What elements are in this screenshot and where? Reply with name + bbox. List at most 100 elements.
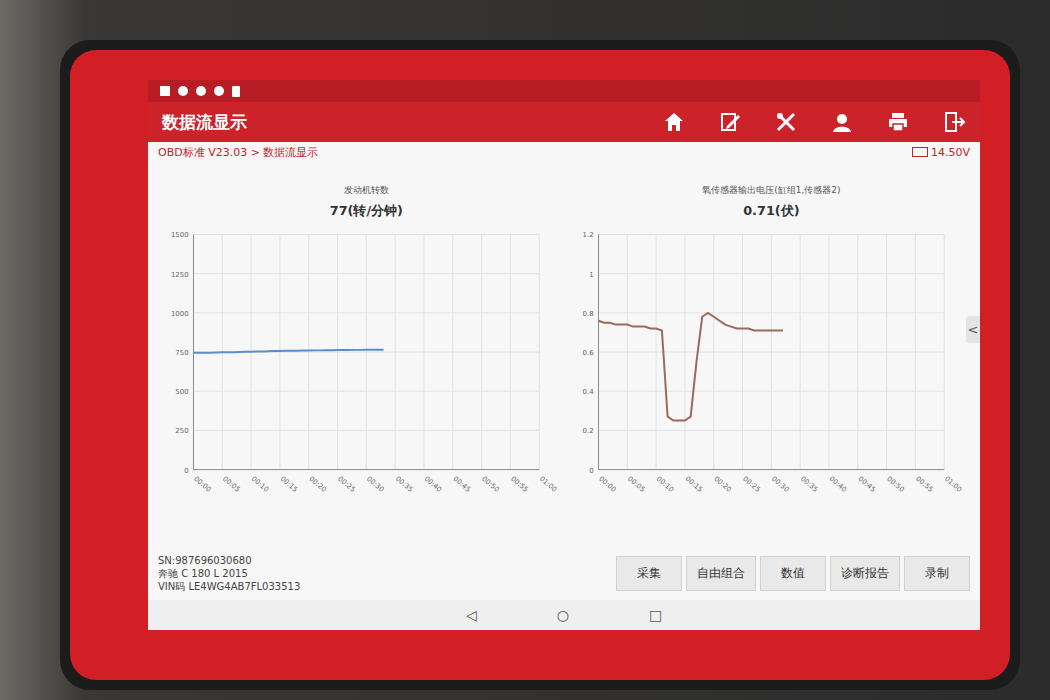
y-tick-label: 0 — [589, 467, 593, 475]
data-series — [193, 350, 383, 353]
battery-voltage: 14.50V — [912, 146, 970, 159]
y-tick-label: 1 — [589, 271, 593, 279]
y-tick-label: 1500 — [171, 231, 189, 239]
line-chart: 发动机转数77(转/分钟)150012501000750500250000:00… — [152, 166, 557, 546]
action-button[interactable]: 自由组合 — [686, 556, 756, 591]
x-axis — [193, 469, 539, 470]
vin: VIN码 LE4WG4AB7FL033513 — [158, 580, 300, 593]
home-icon[interactable] — [662, 110, 686, 134]
grid-line — [857, 235, 858, 470]
side-panel-toggle[interactable]: < — [966, 316, 980, 343]
nav-button[interactable]: ◁ — [466, 607, 477, 623]
x-axis — [598, 469, 944, 470]
x-tick-label: 01:00 — [943, 475, 962, 494]
grid-line — [279, 235, 280, 470]
grid-line — [656, 235, 657, 470]
grid-line — [771, 235, 772, 470]
x-tick-label: 00:05 — [626, 475, 646, 494]
toolbar — [662, 110, 966, 134]
x-tick-label: 00:55 — [914, 475, 934, 494]
x-tick-label: 00:15 — [684, 475, 704, 494]
x-tick-label: 00:25 — [336, 475, 356, 494]
grid-line — [742, 235, 743, 470]
grid-line — [539, 235, 540, 470]
x-tick-label: 00:55 — [509, 475, 529, 494]
grid-line — [915, 235, 916, 470]
line-chart: 氧传感器输出电压(缸组1,传感器2)0.71(伏)1.210.80.60.40.… — [557, 166, 962, 546]
screen: 数据流显示OBD标准 V23.03 > 数据流显示14.50V发动机转数77(转… — [148, 80, 980, 630]
breadcrumb: OBD标准 V23.03 > 数据流显示 — [158, 145, 318, 160]
printer-icon[interactable] — [886, 110, 910, 134]
x-tick-label: 00:50 — [885, 475, 905, 494]
grid-line — [684, 235, 685, 470]
grid-line — [598, 469, 944, 470]
tablet-bezel: 数据流显示OBD标准 V23.03 > 数据流显示14.50V发动机转数77(转… — [60, 40, 1020, 690]
x-tick-label: 00:20 — [307, 475, 327, 494]
y-tick-label: 500 — [175, 388, 188, 396]
battery-icon — [912, 147, 928, 157]
chart-area: 发动机转数77(转/分钟)150012501000750500250000:00… — [148, 162, 980, 546]
x-tick-label: 00:25 — [741, 475, 761, 494]
chart-reading: 0.71(伏) — [743, 203, 799, 218]
tools-icon[interactable] — [774, 110, 798, 134]
x-tick-label: 00:10 — [250, 475, 270, 494]
x-tick-label: 00:40 — [828, 475, 848, 494]
grid-line — [337, 235, 338, 470]
grid-line — [452, 235, 453, 470]
y-tick-label: 1250 — [171, 271, 189, 279]
y-tick-label: 1000 — [171, 310, 189, 318]
android-nav-bar: ◁ ○ □ — [148, 600, 980, 630]
grid-line — [828, 235, 829, 470]
grid-line — [598, 235, 599, 470]
breadcrumb-row: OBD标准 V23.03 > 数据流显示 14.50V — [148, 142, 980, 162]
tablet-red-frame: 数据流显示OBD标准 V23.03 > 数据流显示14.50V发动机转数77(转… — [70, 50, 1010, 680]
y-tick-label: 750 — [175, 349, 188, 357]
x-tick-label: 00:10 — [655, 475, 675, 494]
x-tick-label: 00:00 — [192, 475, 212, 494]
sd-card-icon — [232, 86, 240, 97]
x-tick-label: 00:45 — [857, 475, 877, 494]
grid-line — [423, 235, 424, 470]
x-tick-label: 00:05 — [221, 475, 241, 494]
y-tick-label: 0 — [184, 467, 188, 475]
x-tick-label: 00:50 — [480, 475, 500, 494]
x-tick-label: 00:15 — [279, 475, 299, 494]
grid-line — [308, 235, 309, 470]
y-tick-label: 1.2 — [583, 231, 594, 239]
nav-button[interactable]: ○ — [557, 607, 569, 623]
action-button[interactable]: 诊断报告 — [830, 556, 900, 591]
grid-line — [395, 235, 396, 470]
y-tick-label: 0.2 — [583, 427, 594, 435]
y-axis — [598, 235, 599, 470]
minus-icon — [196, 86, 206, 96]
grid-line — [481, 235, 482, 470]
page-title: 数据流显示 — [162, 111, 247, 134]
chart-title: 发动机转数 — [344, 185, 389, 195]
x-tick-label: 00:35 — [799, 475, 819, 494]
vehicle-info: SN:987696030680奔驰 C 180 L 2015VIN码 LE4WG… — [158, 554, 300, 593]
action-button[interactable]: 录制 — [904, 556, 970, 591]
y-tick-label: 250 — [175, 427, 188, 435]
edit-icon[interactable] — [718, 110, 742, 134]
x-tick-label: 00:00 — [597, 475, 617, 494]
y-tick-label: 0.8 — [583, 310, 594, 318]
action-button[interactable]: 数值 — [760, 556, 826, 591]
photo-background: 数据流显示OBD标准 V23.03 > 数据流显示14.50V发动机转数77(转… — [0, 0, 1050, 700]
y-tick-label: 0.6 — [583, 349, 594, 357]
grid-line — [627, 235, 628, 470]
grid-line — [800, 235, 801, 470]
x-tick-label: 00:40 — [423, 475, 443, 494]
support-icon[interactable] — [830, 110, 854, 134]
x-tick-label: 00:35 — [394, 475, 414, 494]
x-tick-label: 00:30 — [770, 475, 790, 494]
x-tick-label: 00:20 — [712, 475, 732, 494]
button-group: 采集自由组合数值诊断报告录制 — [616, 556, 970, 591]
status-bar — [148, 80, 980, 102]
nav-button[interactable]: □ — [649, 607, 662, 623]
grid-line — [510, 235, 511, 470]
signal-icon — [160, 86, 170, 96]
action-button[interactable]: 采集 — [616, 556, 682, 591]
exit-icon[interactable] — [942, 110, 966, 134]
title-bar: 数据流显示 — [148, 102, 980, 142]
serial-number: SN:987696030680 — [158, 554, 300, 567]
